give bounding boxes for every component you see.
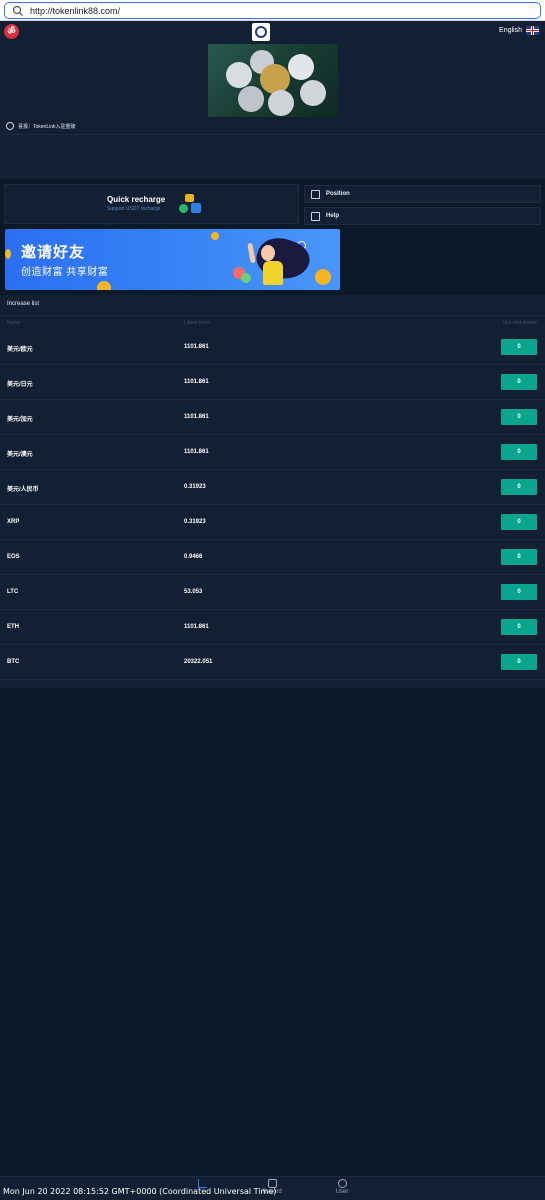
column-header-updown: Ups and downs <box>502 320 537 326</box>
list-title: Increase list <box>7 301 40 307</box>
status-clock: Mon Jun 20 2022 08:15:52 GMT+0000 (Coord… <box>3 1187 277 1196</box>
change-badge[interactable]: 0 <box>501 549 537 565</box>
help-label: Help <box>326 213 340 219</box>
table-row[interactable]: 美元/欧元 1101.861 0 <box>0 330 545 365</box>
recharge-badge-icon <box>185 194 194 202</box>
divider <box>0 134 545 135</box>
pair-name: 美元/人民币 <box>7 487 39 493</box>
nav-user-label: User <box>335 1189 349 1195</box>
language-label: English <box>499 27 522 34</box>
url-input[interactable]: http://tokenlink88.com/ <box>4 2 541 19</box>
pair-name: 美元/加元 <box>7 417 33 423</box>
latest-price: 0.31923 <box>184 519 206 525</box>
change-badge[interactable]: 0 <box>501 619 537 635</box>
position-label: Position <box>326 191 350 197</box>
latest-price: 1101.861 <box>184 414 209 420</box>
latest-price: 20322.051 <box>184 659 213 665</box>
language-selector[interactable]: English <box>499 26 539 35</box>
table-row[interactable]: 美元/日元 1101.861 0 <box>0 365 545 400</box>
recharge-badge-icon <box>191 203 201 213</box>
position-icon <box>311 189 320 199</box>
pair-name: XRP <box>7 519 20 525</box>
recharge-badge-icon <box>179 204 188 213</box>
pair-name: ETH <box>7 624 19 630</box>
url-text: http://tokenlink88.com/ <box>30 5 121 16</box>
invite-title: 邀请好友 <box>21 244 86 261</box>
pair-name: LTC <box>7 589 19 595</box>
brand-logo-icon[interactable]: ॐ <box>4 24 19 39</box>
pair-name: BTC <box>7 659 20 665</box>
uk-flag-icon <box>526 26 539 35</box>
announcement-text: 喜报：TokenLink入驻重磅 <box>18 123 76 130</box>
change-badge[interactable]: 0 <box>501 479 537 495</box>
latest-price: 0.31923 <box>184 484 206 490</box>
column-header-price: Latest price <box>184 320 210 326</box>
help-button[interactable]: Help <box>304 207 541 225</box>
quick-recharge-subtitle: Support USDT recharge <box>107 206 161 212</box>
change-badge[interactable]: 0 <box>501 514 537 530</box>
increase-list: Increase list Name Latest price Ups and … <box>0 295 545 688</box>
table-row[interactable]: LTC 53.053 0 <box>0 575 545 610</box>
pair-name: 美元/欧元 <box>7 347 33 353</box>
pair-name: EOS <box>7 554 20 560</box>
announcement[interactable]: 喜报：TokenLink入驻重磅 <box>6 122 76 130</box>
change-badge[interactable]: 0 <box>501 339 537 355</box>
invite-subtitle: 创造财富 共享财富 <box>21 267 109 278</box>
latest-price: 1101.861 <box>184 449 209 455</box>
table-row[interactable]: ETH 1101.861 0 <box>0 610 545 645</box>
column-header-name: Name <box>7 320 21 326</box>
illustration-girl <box>251 231 315 287</box>
nav-user[interactable]: User <box>322 1179 362 1195</box>
search-icon <box>12 5 23 16</box>
quick-recharge-card[interactable]: Quick recharge Support USDT recharge <box>4 184 299 224</box>
help-icon <box>311 211 320 221</box>
browser-address-bar: http://tokenlink88.com/ <box>0 0 545 21</box>
table-row[interactable]: BTC 20322.051 0 <box>0 645 545 680</box>
pair-name: 美元/澳元 <box>7 452 33 458</box>
table-row[interactable]: XRP 0.31923 0 <box>0 505 545 540</box>
table-row[interactable]: EOS 0.9466 0 <box>0 540 545 575</box>
change-badge[interactable]: 0 <box>501 374 537 390</box>
latest-price: 53.053 <box>184 589 203 595</box>
table-row[interactable]: 美元/澳元 1101.861 0 <box>0 435 545 470</box>
table-row[interactable]: 美元/加元 1101.861 0 <box>0 400 545 435</box>
notice-icon <box>6 122 14 130</box>
page-header: ॐ English 喜报：TokenLink入驻重磅 <box>0 21 545 179</box>
table-row[interactable]: 美元/人民币 0.31923 0 <box>0 470 545 505</box>
crypto-coins-banner <box>208 44 338 117</box>
change-badge[interactable]: 0 <box>501 654 537 670</box>
latest-price: 0.9466 <box>184 554 203 560</box>
divider <box>0 315 545 316</box>
change-badge[interactable]: 0 <box>501 444 537 460</box>
quick-recharge-title: Quick recharge <box>107 195 166 204</box>
change-badge[interactable]: 0 <box>501 409 537 425</box>
pair-name: 美元/日元 <box>7 382 33 388</box>
change-badge[interactable]: 0 <box>501 584 537 600</box>
latest-price: 1101.861 <box>184 624 209 630</box>
invite-friends-banner[interactable]: 邀请好友 创造财富 共享财富 <box>5 229 340 290</box>
latest-price: 1101.861 <box>184 379 209 385</box>
user-icon <box>337 1179 347 1188</box>
latest-price: 1101.861 <box>184 344 209 350</box>
site-logo-icon <box>252 23 270 41</box>
position-button[interactable]: Position <box>304 185 541 203</box>
